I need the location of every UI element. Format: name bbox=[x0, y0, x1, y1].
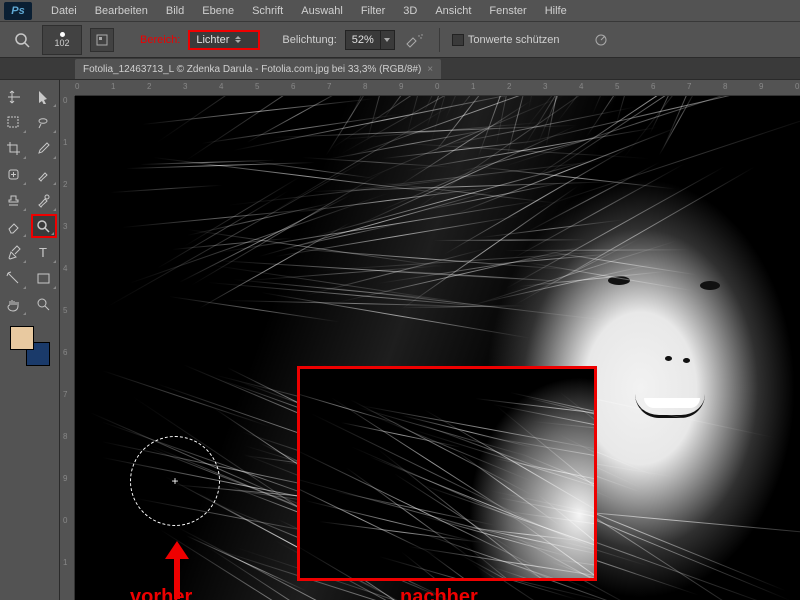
brush-cursor bbox=[130, 436, 220, 526]
tool-marquee[interactable] bbox=[1, 110, 27, 134]
tool-healing[interactable] bbox=[1, 162, 27, 186]
tool-pen[interactable] bbox=[1, 240, 27, 264]
brush-panel-toggle[interactable] bbox=[90, 28, 114, 52]
brush-dot-icon bbox=[60, 32, 65, 37]
menu-ebene[interactable]: Ebene bbox=[193, 5, 243, 17]
after-inset bbox=[297, 366, 597, 581]
belichtung-input[interactable]: 52% bbox=[345, 30, 395, 50]
ruler-horizontal[interactable]: 012345678901234567890 bbox=[75, 80, 800, 96]
tool-brush[interactable] bbox=[31, 162, 57, 186]
menu-hilfe[interactable]: Hilfe bbox=[536, 5, 576, 17]
document-tab[interactable]: Fotolia_12463713_L © Zdenka Darula - Fot… bbox=[75, 59, 441, 79]
document-tab-bar: Fotolia_12463713_L © Zdenka Darula - Fot… bbox=[0, 58, 800, 80]
airbrush-toggle[interactable] bbox=[403, 28, 427, 52]
tool-type[interactable]: T bbox=[31, 240, 57, 264]
belichtung-label: Belichtung: bbox=[282, 34, 336, 46]
tools-panel: T bbox=[0, 80, 60, 600]
menu-bar: Ps Datei Bearbeiten Bild Ebene Schrift A… bbox=[0, 0, 800, 22]
updown-icon bbox=[235, 36, 241, 43]
image-detail bbox=[683, 358, 690, 363]
tool-eyedropper[interactable] bbox=[31, 136, 57, 160]
tool-shape[interactable] bbox=[31, 266, 57, 290]
checkbox-icon bbox=[452, 34, 464, 46]
menu-bild[interactable]: Bild bbox=[157, 5, 193, 17]
menu-fenster[interactable]: Fenster bbox=[480, 5, 535, 17]
tool-lasso[interactable] bbox=[31, 110, 57, 134]
tool-stamp[interactable] bbox=[1, 188, 27, 212]
menu-schrift[interactable]: Schrift bbox=[243, 5, 292, 17]
svg-text:T: T bbox=[39, 245, 47, 260]
inset-image bbox=[300, 369, 594, 578]
bereich-select[interactable]: Lichter bbox=[188, 30, 260, 50]
menu-ansicht[interactable]: Ansicht bbox=[426, 5, 480, 17]
ruler-vertical[interactable]: 012345678901 bbox=[60, 96, 75, 600]
after-label: nachher bbox=[400, 586, 478, 600]
document-tab-title: Fotolia_12463713_L © Zdenka Darula - Fot… bbox=[83, 64, 421, 75]
menu-bearbeiten[interactable]: Bearbeiten bbox=[86, 5, 157, 17]
tool-move[interactable] bbox=[1, 84, 27, 108]
tonwerte-label: Tonwerte schützen bbox=[468, 34, 560, 46]
canvas[interactable]: vorher nachher bbox=[75, 96, 800, 600]
app-logo: Ps bbox=[4, 2, 32, 20]
tool-hand[interactable] bbox=[1, 292, 27, 316]
tool-zoom[interactable] bbox=[31, 292, 57, 316]
foreground-swatch[interactable] bbox=[10, 326, 34, 350]
tool-eraser[interactable] bbox=[1, 214, 27, 238]
bereich-label: Bereich: bbox=[140, 34, 180, 46]
brush-size-value: 102 bbox=[54, 38, 69, 48]
tool-path[interactable] bbox=[1, 266, 27, 290]
menu-3d[interactable]: 3D bbox=[394, 5, 426, 17]
menu-auswahl[interactable]: Auswahl bbox=[292, 5, 352, 17]
tool-dodge[interactable] bbox=[31, 214, 57, 238]
menu-filter[interactable]: Filter bbox=[352, 5, 394, 17]
brush-preset-picker[interactable]: 102 bbox=[42, 25, 82, 55]
tool-arrow[interactable] bbox=[31, 84, 57, 108]
color-swatches[interactable] bbox=[10, 326, 50, 366]
current-tool-icon[interactable] bbox=[10, 28, 34, 52]
separator bbox=[439, 28, 440, 52]
tool-history[interactable] bbox=[31, 188, 57, 212]
image-detail bbox=[700, 281, 720, 290]
before-label: vorher bbox=[130, 586, 192, 600]
bereich-value: Lichter bbox=[196, 34, 229, 46]
image-detail bbox=[644, 398, 700, 408]
options-bar: 102 Bereich: Lichter Belichtung: 52% Ton… bbox=[0, 22, 800, 58]
close-icon[interactable]: × bbox=[427, 64, 433, 75]
pressure-toggle[interactable] bbox=[590, 28, 614, 52]
tonwerte-checkbox[interactable]: Tonwerte schützen bbox=[452, 34, 560, 46]
tool-crop[interactable] bbox=[1, 136, 27, 160]
image-detail bbox=[665, 356, 672, 361]
menu-datei[interactable]: Datei bbox=[42, 5, 86, 17]
chevron-down-icon[interactable] bbox=[380, 31, 394, 49]
belichtung-value: 52% bbox=[346, 34, 380, 46]
